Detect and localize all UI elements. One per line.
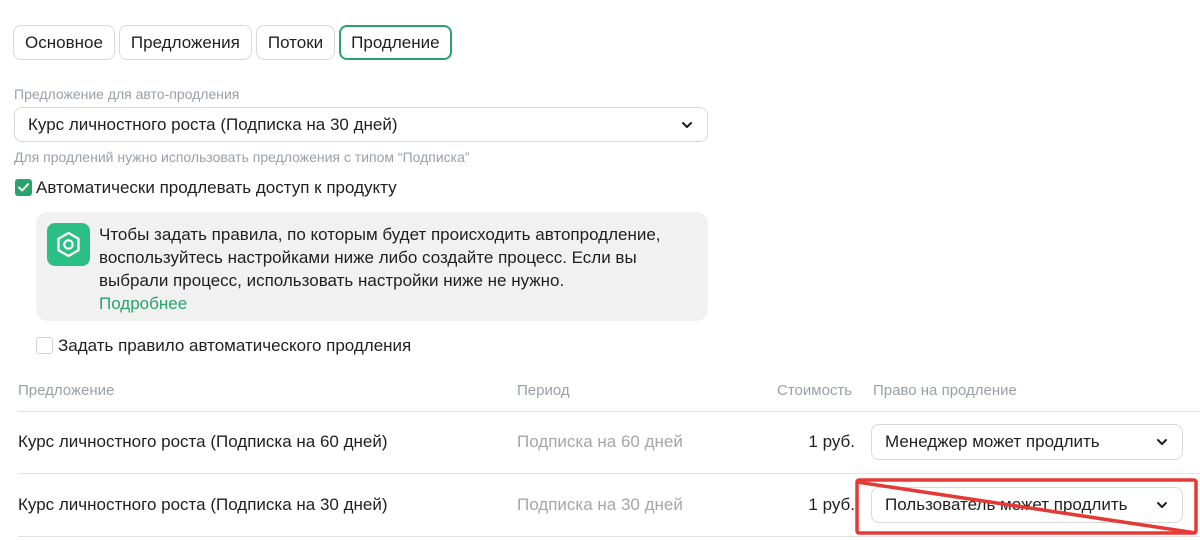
info-text: Чтобы задать правила, по которым будет п… <box>99 223 699 315</box>
chevron-down-icon <box>1157 439 1167 445</box>
set-rule-checkbox[interactable] <box>36 337 53 354</box>
row-offer: Курс личностного роста (Подписка на 60 д… <box>18 432 388 451</box>
auto-renewal-hint: Для продлений нужно использовать предлож… <box>14 149 470 165</box>
row-period: Подписка на 60 дней <box>517 432 683 451</box>
divider <box>18 411 1200 412</box>
row-period: Подписка на 30 дней <box>517 495 683 514</box>
column-header-offer: Предложение <box>18 382 115 399</box>
auto-renewal-offer-select[interactable]: Курс личностного роста (Подписка на 30 д… <box>14 107 708 142</box>
tab-renewal[interactable]: Продление <box>339 25 452 60</box>
auto-renewal-offer-value: Курс личностного роста (Подписка на 30 д… <box>28 115 398 134</box>
column-header-price: Стоимость <box>777 382 853 399</box>
auto-extend-label: Автоматически продлевать доступ к продук… <box>36 178 397 197</box>
renewal-right-select[interactable]: Менеджер может продлить <box>871 424 1183 460</box>
chevron-down-icon <box>1157 502 1167 508</box>
renewal-settings-page: Основное Предложения Потоки Продление Пр… <box>0 0 1200 540</box>
column-header-renewal-right: Право на продление <box>873 382 1017 399</box>
tab-streams[interactable]: Потоки <box>255 25 336 60</box>
tab-offers[interactable]: Предложения <box>118 25 252 60</box>
row-price: 1 руб. <box>808 495 855 514</box>
divider <box>18 536 1200 537</box>
renewal-right-select[interactable]: Пользователь может продлить <box>871 487 1183 523</box>
set-rule-label: Задать правило автоматического продления <box>58 336 412 355</box>
row-price: 1 руб. <box>808 432 855 451</box>
info-text-line: воспользуйтесь настройками ниже либо соз… <box>99 248 637 267</box>
more-info-link[interactable]: Подробнее <box>99 294 187 313</box>
chevron-down-icon <box>682 122 692 128</box>
column-header-period: Период <box>517 382 570 399</box>
tab-bar: Основное Предложения Потоки Продление <box>13 25 452 60</box>
hexagon-nut-icon <box>47 223 90 266</box>
row-offer: Курс личностного роста (Подписка на 30 д… <box>18 495 388 514</box>
renewal-right-value: Пользователь может продлить <box>885 495 1128 514</box>
info-text-line: выбрали процесс, использовать настройки … <box>99 271 565 290</box>
tab-main[interactable]: Основное <box>13 25 115 60</box>
renewal-right-value: Менеджер может продлить <box>885 432 1100 451</box>
info-box: Чтобы задать правила, по которым будет п… <box>36 212 708 321</box>
divider <box>18 473 1200 474</box>
info-text-line: Чтобы задать правила, по которым будет п… <box>99 225 661 244</box>
auto-extend-checkbox[interactable] <box>15 179 32 196</box>
auto-renewal-offer-label: Предложение для авто-продления <box>14 86 240 102</box>
checkmark-icon <box>18 183 29 192</box>
